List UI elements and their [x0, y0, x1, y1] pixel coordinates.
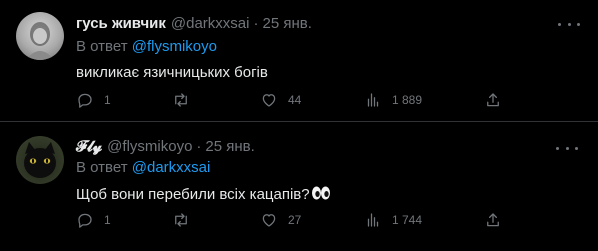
heart-icon — [262, 214, 276, 227]
tweet-text: Щоб вони перебили всіх кацапів? — [76, 185, 331, 205]
reply-prefix: В ответ — [76, 159, 128, 176]
views-count: 1 744 — [392, 213, 423, 227]
reply-prefix: В ответ — [76, 38, 128, 55]
retweet-button[interactable] — [172, 90, 200, 110]
reply-button[interactable]: 1 — [76, 210, 111, 230]
separator-dot: · — [196, 137, 202, 155]
black-cat-avatar-icon — [24, 142, 56, 178]
heart-icon — [262, 94, 276, 107]
more-options-icon[interactable] — [558, 15, 580, 33]
tweet-date[interactable]: 25 янв. — [205, 138, 254, 155]
retweet-button[interactable] — [172, 210, 200, 230]
views-chart-icon — [367, 213, 379, 227]
eyes-emoji-icon — [311, 185, 331, 205]
handle[interactable]: @flysmikoyo — [107, 138, 192, 155]
reply-mention-link[interactable]: @darkxxsai — [132, 159, 211, 176]
retweet-icon — [175, 93, 187, 107]
views-count: 1 889 — [392, 93, 423, 107]
like-button[interactable]: 44 — [260, 90, 301, 110]
separator-dot: · — [253, 14, 259, 32]
views-chart-icon — [367, 93, 379, 107]
reply-context: В ответ @flysmikoyo — [76, 38, 217, 55]
tweet-date[interactable]: 25 янв. — [262, 15, 311, 32]
share-icon — [487, 93, 499, 107]
reply-count: 1 — [104, 213, 111, 227]
display-name[interactable]: 𝓕𝓵𝔂 — [76, 138, 102, 155]
reply-mention-link[interactable]: @flysmikoyo — [132, 38, 217, 55]
reply-context: В ответ @darkxxsai — [76, 159, 210, 176]
share-icon — [487, 213, 499, 227]
reply-button[interactable]: 1 — [76, 90, 111, 110]
tweet-header: 𝓕𝓵𝔂 @flysmikoyo · 25 янв. — [76, 136, 255, 156]
more-options-icon[interactable] — [556, 139, 578, 157]
tweet-text: викликає язичницьких богів — [76, 64, 268, 81]
like-count: 27 — [288, 213, 302, 227]
avatar[interactable] — [16, 136, 64, 184]
tweet[interactable]: гусь живчик @darkxxsai · 25 янв. В ответ… — [0, 0, 598, 121]
tweet-header: гусь живчик @darkxxsai · 25 янв. — [76, 13, 312, 33]
tweet-actions: 1 27 1 744 — [74, 210, 504, 230]
reply-icon — [78, 93, 92, 108]
tweet-actions: 1 44 1 889 — [74, 90, 504, 110]
reply-count: 1 — [104, 93, 111, 107]
user-avatar-light-icon — [26, 22, 54, 60]
display-name[interactable]: гусь живчик — [76, 15, 166, 32]
share-button[interactable] — [484, 210, 502, 230]
like-count: 44 — [288, 93, 302, 107]
retweet-icon — [175, 213, 187, 227]
views-button[interactable]: 1 889 — [364, 90, 422, 110]
tweet[interactable]: 𝓕𝓵𝔂 @flysmikoyo · 25 янв. В ответ @darkx… — [0, 122, 598, 251]
reply-icon — [78, 213, 92, 228]
views-button[interactable]: 1 744 — [364, 210, 422, 230]
avatar[interactable] — [16, 12, 64, 60]
like-button[interactable]: 27 — [260, 210, 301, 230]
handle[interactable]: @darkxxsai — [171, 15, 250, 32]
share-button[interactable] — [484, 90, 502, 110]
tweet-text-body: Щоб вони перебили всіх кацапів? — [76, 186, 310, 203]
